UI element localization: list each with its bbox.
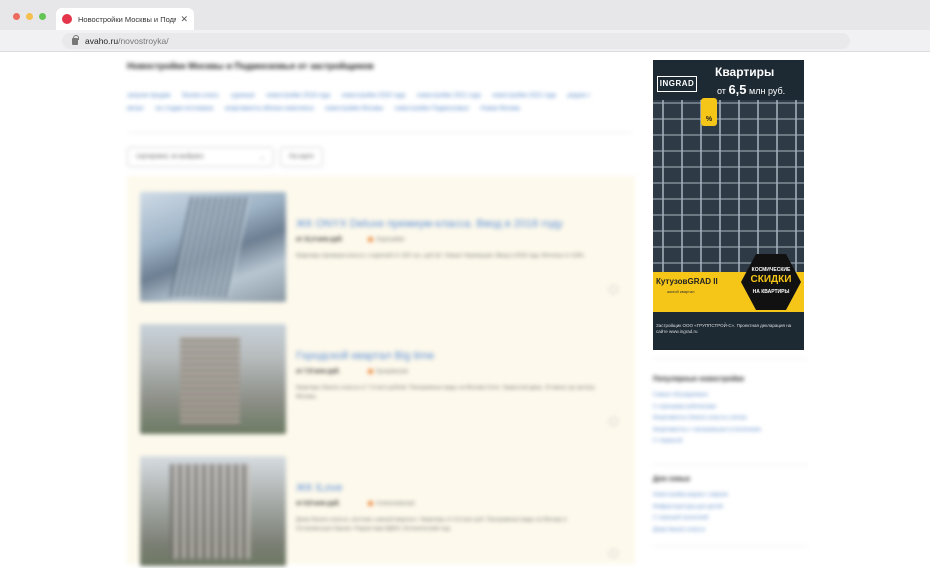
- sort-select[interactable]: сортировка: не выбрано ⌄: [127, 147, 274, 167]
- tag-link[interactable]: новостройки 2018 года: [266, 93, 330, 99]
- chevron-down-icon: ⌄: [259, 154, 265, 161]
- tag-link[interactable]: новостройки Москвы: [325, 106, 383, 112]
- site-favicon-icon: [62, 14, 72, 24]
- listing-title[interactable]: ЖК ILove: [296, 482, 343, 494]
- listing-price: от 6,9 млн руб.: [296, 501, 340, 507]
- divider: [653, 546, 808, 547]
- tag-link[interactable]: новостройки 2022 года: [492, 93, 556, 99]
- listing-description: Квартиры премиум-класса с отделкой от 23…: [296, 253, 586, 259]
- ad-price: от 6,5 млн руб.: [717, 82, 786, 97]
- metro-icon: [368, 237, 373, 242]
- listing-title[interactable]: ЖК ONYX Deluxe премиум-класса. Ввод в 20…: [296, 218, 563, 230]
- sidebar-links-family: Новостройки рядом с парком Инфраструктур…: [653, 490, 728, 536]
- tab-bar: Новостройки Москвы и Подм ✕: [0, 0, 930, 30]
- metro-icon: [368, 369, 373, 374]
- ad-project-name: КутузовGRAD II: [656, 277, 718, 286]
- sidebar-link[interactable]: С хорошей экологией: [653, 513, 728, 525]
- divider: [653, 358, 808, 359]
- listing-metro: Хорошёво: [368, 237, 405, 243]
- sidebar-link[interactable]: С хорошими рейтингами: [653, 402, 761, 414]
- sidebar-heading-family: Для семьи: [653, 476, 690, 483]
- tag-links: запуски продаж бизнес-класс сданные ново…: [127, 90, 617, 116]
- maximize-window-button[interactable]: [39, 13, 46, 20]
- listing-title[interactable]: Городской квартал Big time: [296, 350, 434, 362]
- listing-list: ЖК ONYX Deluxe премиум-класса. Ввод в 20…: [127, 176, 635, 566]
- ad-project-sub: жилой квартал: [667, 289, 695, 294]
- ad-banner[interactable]: INGRAD Квартиры от 6,5 млн руб. % Кутузо…: [653, 60, 804, 350]
- address-bar[interactable]: avaho.ru/novostroyka/: [62, 33, 850, 49]
- ad-sale-line3: НА КВАРТИРЫ: [752, 289, 790, 295]
- page-content: Новостройки Москвы и Подмосковья от заст…: [0, 52, 930, 566]
- minimize-window-button[interactable]: [26, 13, 33, 20]
- listing-price: от 11,4 млн руб.: [296, 237, 343, 243]
- tag-link[interactable]: на стадии котлована: [155, 106, 213, 112]
- favorite-icon[interactable]: [609, 417, 618, 426]
- tag-link[interactable]: новостройки Подмосковья: [395, 106, 469, 112]
- url-host: avaho.ru: [85, 36, 119, 46]
- sidebar-link[interactable]: Новостройки рядом с парком: [653, 490, 728, 502]
- listing-card[interactable]: ЖК ONYX Deluxe премиум-класса. Ввод в 20…: [140, 192, 622, 304]
- listing-photo[interactable]: [140, 192, 286, 302]
- favorite-icon[interactable]: [609, 285, 618, 294]
- divider: [127, 132, 632, 133]
- ad-logo: INGRAD: [657, 76, 697, 92]
- listing-description: Квартиры бизнес-класса от 7,9 млн рублей…: [296, 385, 595, 400]
- ad-sale-line2: СКИДКИ: [750, 274, 792, 285]
- metro-icon: [368, 501, 373, 506]
- tag-link[interactable]: новостройки 2020 года: [342, 93, 406, 99]
- listing-card[interactable]: ЖК ILove от 6,9 млн руб. Алексеевская До…: [140, 456, 622, 568]
- tag-link[interactable]: запуски продаж: [127, 93, 171, 99]
- sidebar-link[interactable]: Апартаменты с панорамным остеклением: [653, 425, 761, 437]
- lock-icon: [72, 34, 79, 45]
- page-title: Новостройки Москвы и Подмосковья от заст…: [127, 61, 374, 71]
- ad-headline: Квартиры: [715, 65, 775, 79]
- listing-price: от 7,9 млн руб.: [296, 369, 340, 375]
- sidebar-link[interactable]: С террасой: [653, 436, 761, 448]
- listing-photo[interactable]: [140, 456, 286, 566]
- browser-tab[interactable]: Новостройки Москвы и Подм ✕: [56, 8, 194, 30]
- ad-disclaimer: Застройщик ООО «ГРУППСТРОЙ-С». Проектная…: [656, 323, 792, 334]
- percent-badge-icon: %: [701, 98, 717, 126]
- sidebar-link[interactable]: Апартаменты бизнес-класса у метро: [653, 413, 761, 425]
- tag-link[interactable]: новостройки 2021 года: [417, 93, 481, 99]
- favorite-icon[interactable]: [609, 549, 618, 558]
- map-button[interactable]: На карте: [280, 147, 323, 167]
- sidebar-link[interactable]: Самые обсуждаемые: [653, 390, 761, 402]
- tab-title: Новостройки Москвы и Подм: [78, 14, 177, 24]
- tag-link[interactable]: Новая Москва: [480, 106, 520, 112]
- tag-link[interactable]: апартаменты вблизи комплекса: [225, 106, 314, 112]
- tab-close-icon[interactable]: ✕: [180, 14, 188, 25]
- tag-link[interactable]: сданные: [231, 93, 255, 99]
- sidebar-heading-popular: Популярные новостройки: [653, 376, 745, 383]
- sort-select-label: сортировка: не выбрано: [136, 154, 204, 160]
- sidebar-link[interactable]: Инфраструктура для детей: [653, 502, 728, 514]
- tag-link[interactable]: бизнес-класс: [182, 93, 219, 99]
- ad-sale-line1: КОСМИЧЕСКИЕ: [751, 267, 791, 273]
- listing-metro: Алексеевская: [368, 501, 415, 507]
- browser-chrome: Новостройки Москвы и Подм ✕ avaho.ru/nov…: [0, 0, 930, 52]
- sidebar-links-popular: Самые обсуждаемые С хорошими рейтингами …: [653, 390, 761, 448]
- listing-card[interactable]: Городской квартал Big time от 7,9 млн ру…: [140, 324, 622, 436]
- close-window-button[interactable]: [13, 13, 20, 20]
- sidebar-link[interactable]: Дома бизнес-класса: [653, 525, 728, 537]
- listing-metro: Кунцевская: [368, 369, 408, 375]
- url-path: /novostroyka/: [118, 36, 169, 46]
- listing-photo[interactable]: [140, 324, 286, 434]
- listing-description: Дома бизнес-класса, система «умный кварт…: [296, 517, 567, 532]
- divider: [653, 464, 808, 465]
